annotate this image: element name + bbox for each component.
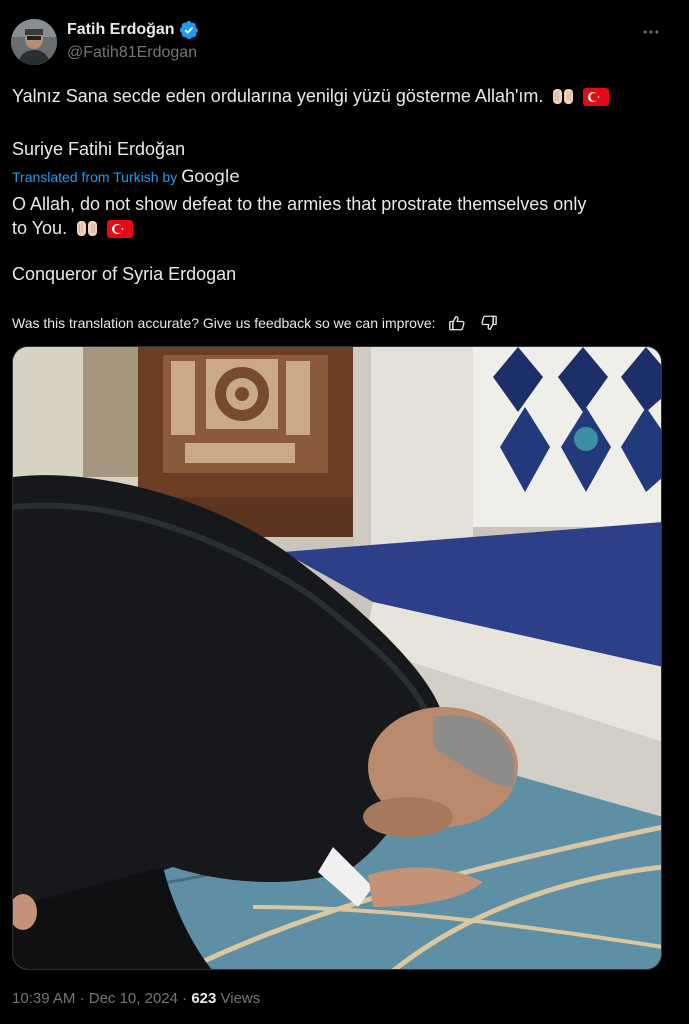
views-label: Views (220, 990, 261, 1007)
thumbs-down-button[interactable] (478, 312, 500, 334)
tweet-text-translated-line1: O Allah, do not show defeat to the armie… (12, 194, 587, 214)
author-name-text: Fatih Erdoğan (67, 21, 175, 38)
tweet-text-original-line2: Suriye Fatihi Erdoğan (12, 139, 186, 159)
translated-from-label: Translated from Turkish by (12, 169, 178, 185)
tweet-time[interactable]: 10:39 AM (12, 990, 75, 1007)
author-handle[interactable]: @Fatih81Erdogan (67, 44, 197, 62)
views-count[interactable]: 623 (191, 990, 216, 1007)
meta-separator: · (79, 990, 85, 1007)
turkey-flag-emoji (107, 220, 134, 244)
tweet-text-original: Yalnız Sana secde eden ordularına yenilg… (12, 84, 610, 112)
tweet-meta: 10:39 AM · Dec 10, 2024 · 623 Views (12, 988, 260, 1010)
meta-separator: · (182, 990, 188, 1007)
tweet: Fatih Erdoğan @Fatih81Erdogan Yalnız San… (0, 0, 689, 1024)
more-horizontal-icon (643, 30, 659, 34)
tweet-text-translated-line2-content: to You. (12, 218, 68, 238)
tweet-text-translated-line3: Conqueror of Syria Erdogan (12, 264, 237, 284)
feedback-prompt: Was this translation accurate? Give us f… (12, 315, 436, 331)
more-options-button[interactable] (639, 20, 663, 44)
author-display-name[interactable]: Fatih Erdoğan (67, 20, 199, 40)
turkey-flag-emoji (583, 88, 610, 112)
tweet-text-translated-line2: to You. (12, 216, 134, 244)
translation-attribution[interactable]: Translated from Turkish by Google (12, 167, 240, 187)
google-logo: Google (181, 167, 240, 187)
translation-feedback: Was this translation accurate? Give us f… (12, 312, 500, 334)
tweet-date[interactable]: Dec 10, 2024 (89, 990, 178, 1007)
tweet-text-original-content: Yalnız Sana secde eden ordularına yenilg… (12, 86, 544, 106)
praying-hands-emoji (75, 218, 99, 244)
avatar[interactable] (11, 19, 57, 65)
thumbs-down-icon (481, 315, 497, 331)
thumbs-up-icon (448, 315, 465, 331)
verified-badge-icon (179, 20, 199, 40)
thumbs-up-button[interactable] (446, 312, 468, 334)
tweet-photo[interactable] (12, 346, 662, 970)
praying-hands-emoji (551, 86, 575, 112)
